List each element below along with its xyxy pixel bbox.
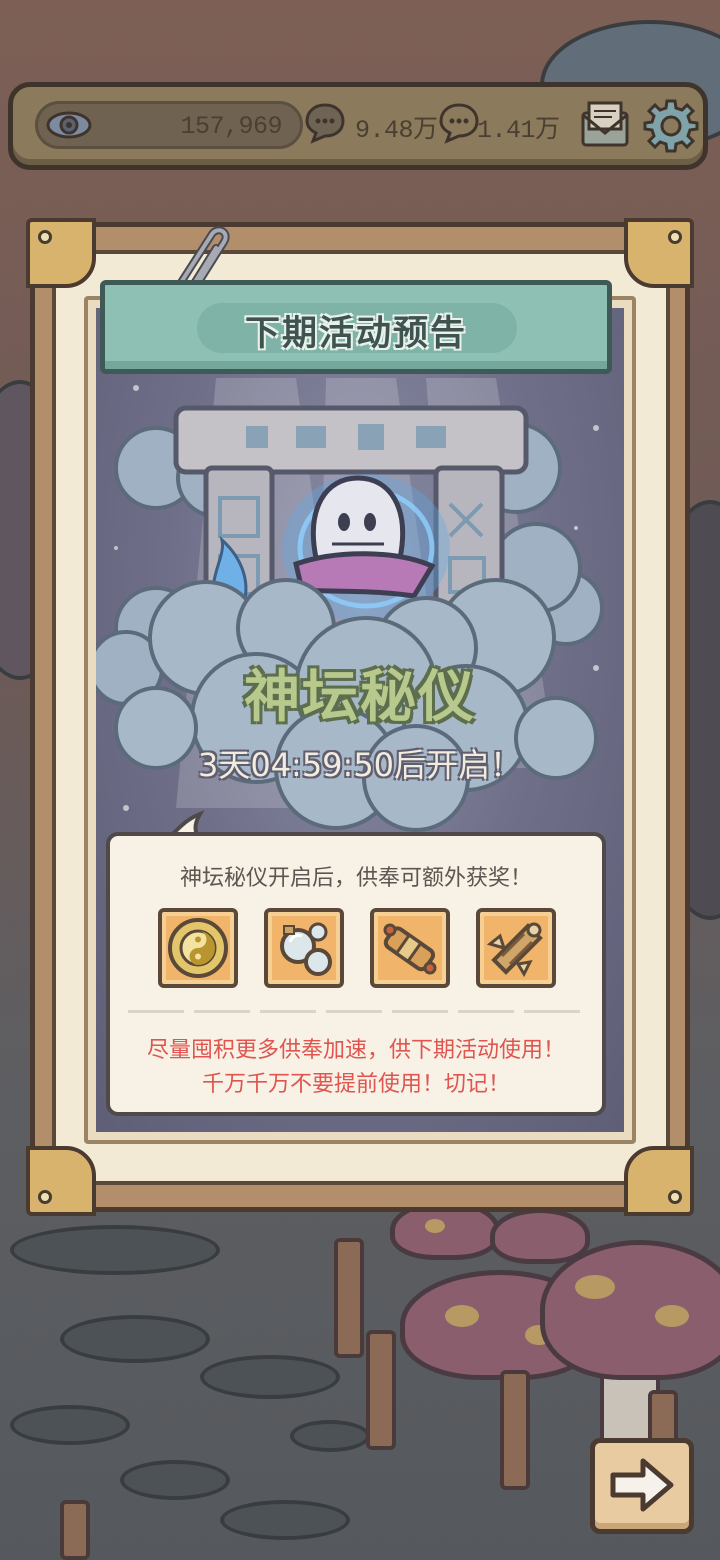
frame-corner-top-left	[26, 218, 96, 288]
next-button[interactable]	[590, 1438, 694, 1534]
event-title: 神坛秘仪	[244, 665, 476, 730]
frame-corner-bottom-right	[624, 1146, 694, 1216]
reward-item-3[interactable]	[370, 908, 450, 988]
reward-info-text: 神坛秘仪开启后，供奉可额外获奖！	[179, 866, 532, 891]
divider	[128, 1010, 588, 1013]
reward-item-4[interactable]	[476, 908, 556, 988]
scroll-capsule-icon	[383, 923, 437, 975]
reward-item-1[interactable]	[158, 908, 238, 988]
chat2-value: 1.41万	[477, 116, 560, 145]
views-value: 157,969	[180, 112, 282, 141]
banner-title: 下期活动预告	[244, 314, 467, 354]
arrow-right-icon	[610, 1458, 674, 1512]
glass-orbs-icon	[280, 922, 332, 976]
eye-icon	[46, 111, 92, 139]
yin-yang-coin-icon	[168, 918, 228, 978]
views-counter: 157,969	[35, 101, 303, 149]
chat-bubble-outline-icon	[439, 103, 479, 144]
chat-bubble-icon	[305, 103, 345, 144]
mail-icon[interactable]	[579, 99, 631, 149]
gear-icon[interactable]	[643, 97, 699, 153]
reward-item-2[interactable]	[264, 908, 344, 988]
title-banner: 下期活动预告	[100, 280, 612, 374]
ornate-cannon-icon	[486, 922, 543, 978]
reward-info-card: 神坛秘仪开启后，供奉可额外获奖！ 尽量囤积更多供奉加速，供下期活动使用！ 千万千…	[106, 832, 606, 1116]
frame-corner-bottom-left	[26, 1146, 96, 1216]
warning-text-2: 千万千万不要提前使用！切记！	[201, 1072, 510, 1097]
chat1-value: 9.48万	[355, 116, 438, 145]
resource-bar: 157,969 9.48万 1.41万	[8, 82, 708, 170]
event-countdown: 3天04:59:50后开启！	[197, 746, 523, 784]
warning-text-1: 尽量囤积更多供奉加速，供下期活动使用！	[146, 1038, 565, 1063]
frame-corner-top-right	[624, 218, 694, 288]
